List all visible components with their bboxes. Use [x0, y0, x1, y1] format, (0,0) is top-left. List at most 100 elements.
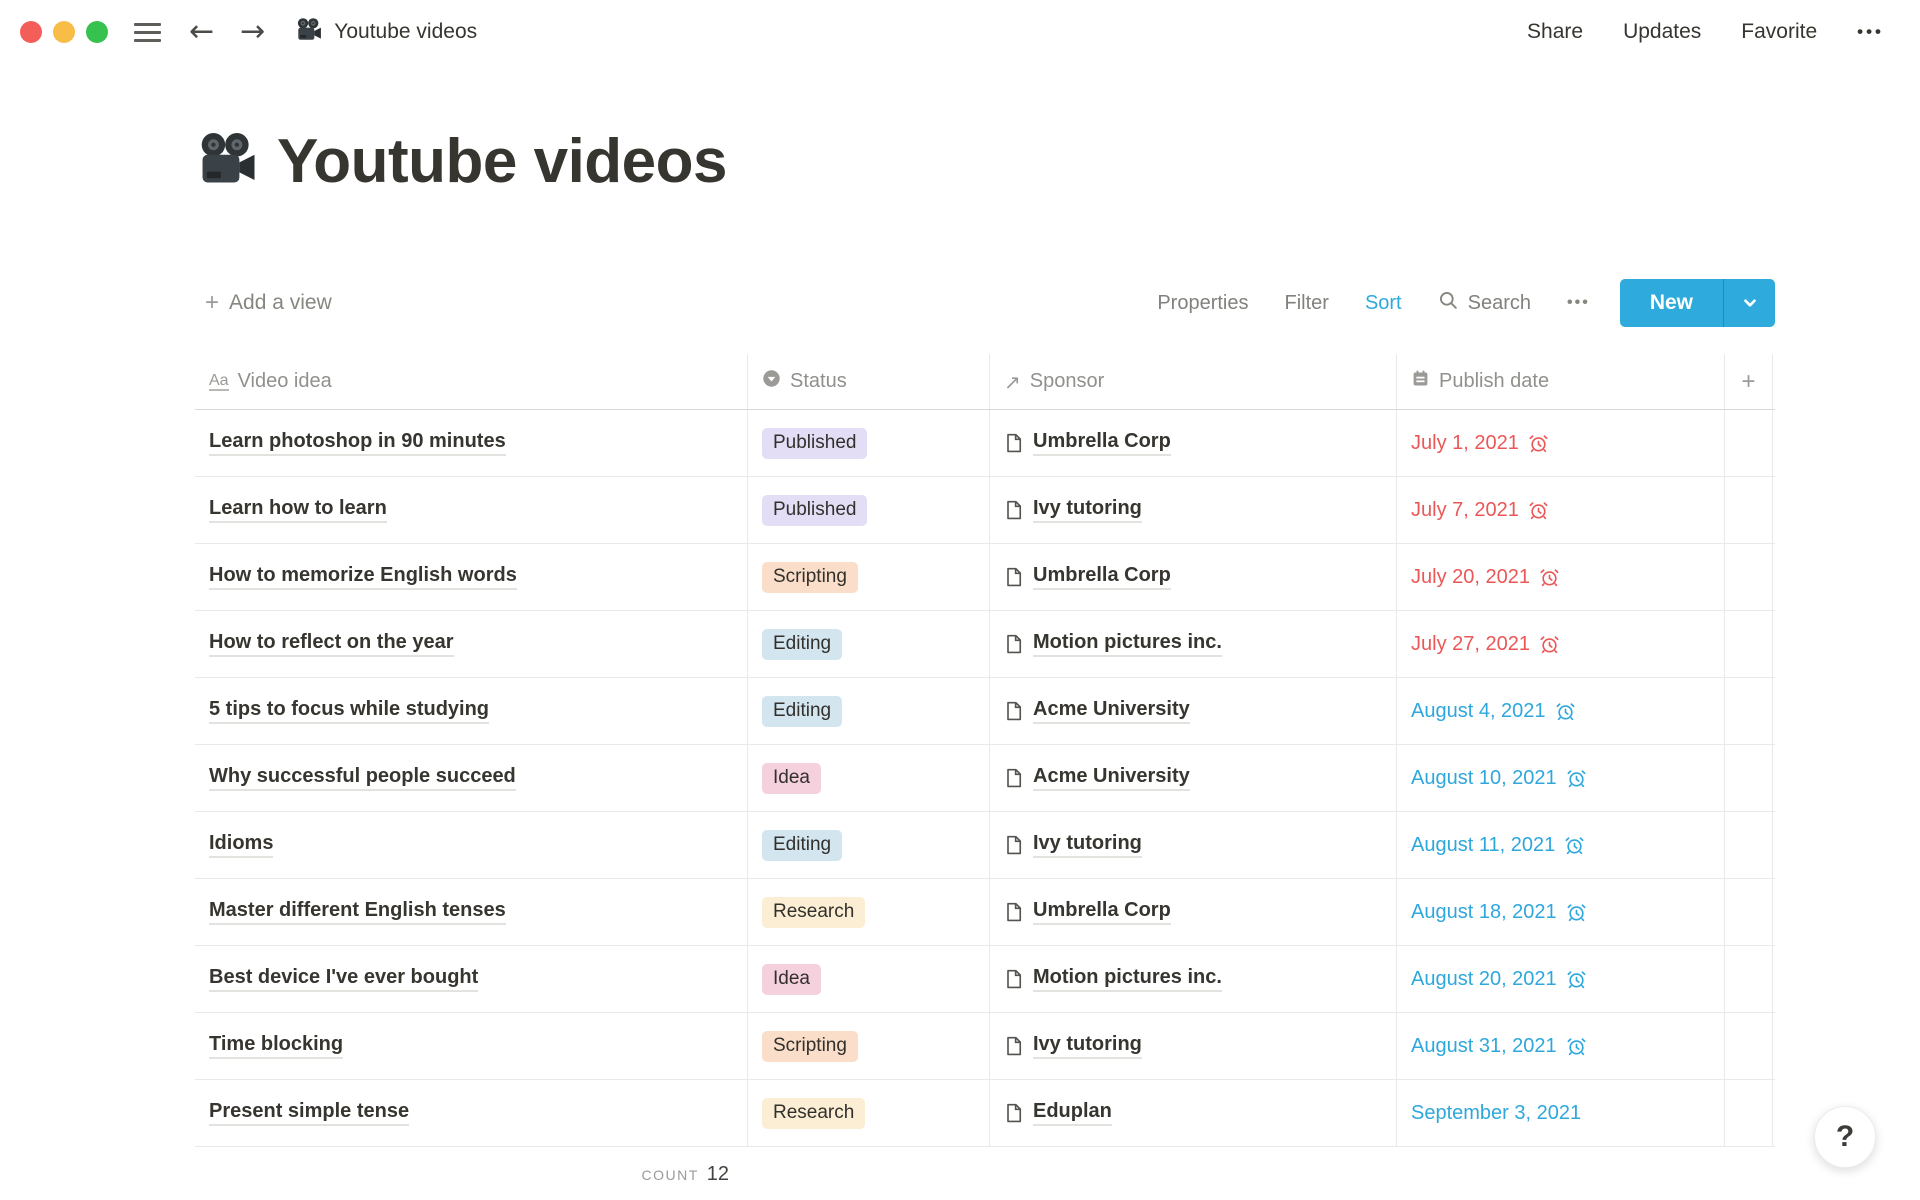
video-idea-title[interactable]: How to reflect on the year [209, 631, 454, 657]
sponsor-page-link[interactable]: Motion pictures inc. [1033, 631, 1222, 657]
publish-date-cell[interactable]: August 11, 2021 [1396, 812, 1724, 878]
sponsor-cell[interactable]: Ivy tutoring [989, 812, 1396, 878]
table-row[interactable]: How to memorize English words Scripting Um… [195, 544, 1775, 611]
table-row[interactable]: Master different English tenses Research U… [195, 879, 1775, 946]
publish-date-cell[interactable]: July 7, 2021 [1396, 477, 1724, 543]
sponsor-page-link[interactable]: Acme University [1033, 698, 1190, 724]
video-idea-cell[interactable]: Idioms [195, 812, 747, 878]
status-cell[interactable]: Idea [747, 745, 989, 811]
sponsor-page-link[interactable]: Ivy tutoring [1033, 497, 1142, 523]
table-row[interactable]: Idioms Editing Ivy tutoring August 11, 2021 [195, 812, 1775, 879]
status-cell[interactable]: Research [747, 879, 989, 945]
help-button[interactable]: ? [1814, 1106, 1876, 1168]
chevron-down-icon[interactable] [1723, 279, 1775, 327]
column-header-status[interactable]: Status [747, 354, 989, 409]
toolbar-more-icon[interactable]: ••• [1567, 294, 1590, 312]
count-summary[interactable]: COUNT12 [195, 1147, 747, 1186]
video-idea-cell[interactable]: How to memorize English words [195, 544, 747, 610]
table-row[interactable]: Why successful people succeed Idea Acme Un… [195, 745, 1775, 812]
status-cell[interactable]: Editing [747, 678, 989, 744]
column-header-sponsor[interactable]: ↗ Sponsor [989, 354, 1396, 409]
status-cell[interactable]: Published [747, 477, 989, 543]
status-cell[interactable]: Scripting [747, 1013, 989, 1079]
sponsor-cell[interactable]: Umbrella Corp [989, 410, 1396, 476]
sponsor-cell[interactable]: Eduplan [989, 1080, 1396, 1146]
properties-button[interactable]: Properties [1157, 292, 1248, 315]
new-record-button[interactable]: New [1620, 279, 1775, 327]
publish-date-cell[interactable]: July 20, 2021 [1396, 544, 1724, 610]
video-idea-title[interactable]: Present simple tense [209, 1100, 409, 1126]
column-header-video-idea[interactable]: Aa Video idea [195, 354, 747, 409]
publish-date-cell[interactable]: July 1, 2021 [1396, 410, 1724, 476]
sponsor-cell[interactable]: Motion pictures inc. [989, 611, 1396, 677]
sponsor-cell[interactable]: Ivy tutoring [989, 477, 1396, 543]
sponsor-cell[interactable]: Motion pictures inc. [989, 946, 1396, 1012]
video-idea-cell[interactable]: How to reflect on the year [195, 611, 747, 677]
video-idea-cell[interactable]: 5 tips to focus while studying [195, 678, 747, 744]
video-idea-cell[interactable]: Best device I've ever bought [195, 946, 747, 1012]
sponsor-page-link[interactable]: Umbrella Corp [1033, 564, 1171, 590]
video-idea-title[interactable]: 5 tips to focus while studying [209, 698, 489, 724]
table-row[interactable]: How to reflect on the year Editing Motion … [195, 611, 1775, 678]
video-idea-cell[interactable]: Master different English tenses [195, 879, 747, 945]
sponsor-page-link[interactable]: Acme University [1033, 765, 1190, 791]
status-cell[interactable]: Idea [747, 946, 989, 1012]
sponsor-page-link[interactable]: Ivy tutoring [1033, 832, 1142, 858]
more-options-icon[interactable]: ••• [1857, 22, 1884, 42]
table-row[interactable]: Learn photoshop in 90 minutes Published Um… [195, 410, 1775, 477]
status-cell[interactable]: Scripting [747, 544, 989, 610]
table-row[interactable]: 5 tips to focus while studying Editing Acm… [195, 678, 1775, 745]
video-idea-title[interactable]: How to memorize English words [209, 564, 517, 590]
filter-button[interactable]: Filter [1284, 292, 1328, 315]
status-cell[interactable]: Editing [747, 812, 989, 878]
publish-date-cell[interactable]: August 20, 2021 [1396, 946, 1724, 1012]
publish-date-cell[interactable]: August 31, 2021 [1396, 1013, 1724, 1079]
search-button[interactable]: Search [1438, 290, 1531, 317]
sponsor-cell[interactable]: Umbrella Corp [989, 544, 1396, 610]
sponsor-cell[interactable]: Ivy tutoring [989, 1013, 1396, 1079]
video-idea-cell[interactable]: Why successful people succeed [195, 745, 747, 811]
status-cell[interactable]: Research [747, 1080, 989, 1146]
share-button[interactable]: Share [1527, 20, 1583, 44]
zoom-window-button[interactable] [86, 21, 108, 43]
sponsor-page-link[interactable]: Ivy tutoring [1033, 1033, 1142, 1059]
publish-date-cell[interactable]: August 10, 2021 [1396, 745, 1724, 811]
video-idea-title[interactable]: Learn how to learn [209, 497, 387, 523]
column-header-publish-date[interactable]: Publish date [1396, 354, 1724, 409]
publish-date-cell[interactable]: August 4, 2021 [1396, 678, 1724, 744]
publish-date-cell[interactable]: September 3, 2021 [1396, 1080, 1724, 1146]
status-cell[interactable]: Published [747, 410, 989, 476]
sponsor-page-link[interactable]: Motion pictures inc. [1033, 966, 1222, 992]
sponsor-cell[interactable]: Acme University [989, 678, 1396, 744]
updates-button[interactable]: Updates [1623, 20, 1701, 44]
back-arrow-icon[interactable]: ← [189, 17, 214, 47]
video-idea-title[interactable]: Best device I've ever bought [209, 966, 478, 992]
favorite-button[interactable]: Favorite [1741, 20, 1817, 44]
minimize-window-button[interactable] [53, 21, 75, 43]
video-idea-cell[interactable]: Learn photoshop in 90 minutes [195, 410, 747, 476]
sponsor-cell[interactable]: Umbrella Corp [989, 879, 1396, 945]
status-cell[interactable]: Editing [747, 611, 989, 677]
publish-date-cell[interactable]: August 18, 2021 [1396, 879, 1724, 945]
close-window-button[interactable] [20, 21, 42, 43]
video-idea-cell[interactable]: Present simple tense [195, 1080, 747, 1146]
sponsor-cell[interactable]: Acme University [989, 745, 1396, 811]
table-row[interactable]: Time blocking Scripting Ivy tutoring August… [195, 1013, 1775, 1080]
add-column-button[interactable]: + [1724, 354, 1773, 409]
video-idea-title[interactable]: Why successful people succeed [209, 765, 516, 791]
add-view-button[interactable]: + Add a view [195, 289, 332, 317]
forward-arrow-icon[interactable]: → [240, 17, 265, 47]
sidebar-menu-icon[interactable] [134, 23, 161, 42]
sponsor-page-link[interactable]: Umbrella Corp [1033, 899, 1171, 925]
video-idea-cell[interactable]: Time blocking [195, 1013, 747, 1079]
video-idea-title[interactable]: Learn photoshop in 90 minutes [209, 430, 506, 456]
table-row[interactable]: Best device I've ever bought Idea Motion p… [195, 946, 1775, 1013]
video-idea-title[interactable]: Time blocking [209, 1033, 343, 1059]
sponsor-page-link[interactable]: Umbrella Corp [1033, 430, 1171, 456]
video-idea-cell[interactable]: Learn how to learn [195, 477, 747, 543]
video-idea-title[interactable]: Master different English tenses [209, 899, 506, 925]
video-idea-title[interactable]: Idioms [209, 832, 273, 858]
table-row[interactable]: Present simple tense ResearchEduplanSepte… [195, 1080, 1775, 1147]
breadcrumb[interactable]: Youtube videos [295, 17, 477, 48]
publish-date-cell[interactable]: July 27, 2021 [1396, 611, 1724, 677]
